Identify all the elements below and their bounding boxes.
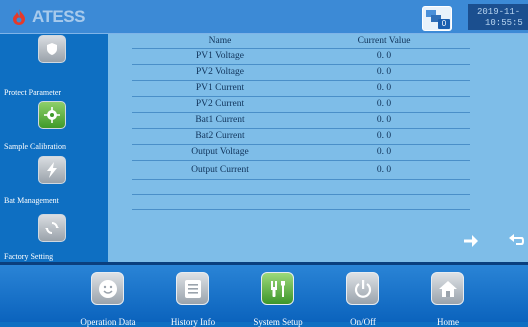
refresh-icon — [45, 222, 59, 234]
sidebar-item-label: Factory Setting — [4, 252, 54, 261]
nav-system-setup[interactable]: System Setup — [238, 265, 318, 327]
sidebar-item-sample-calibration[interactable]: Sample Calibration — [0, 100, 108, 156]
row-value[interactable]: 0. 0 — [308, 113, 460, 127]
nav-history-info[interactable]: History Info — [153, 265, 233, 327]
shield-icon — [47, 43, 57, 55]
sidebar-button[interactable] — [38, 214, 66, 242]
crosshair-icon — [44, 107, 60, 123]
table-row: PV1 Voltage 0. 0 — [132, 49, 470, 65]
nav-button[interactable] — [346, 272, 379, 305]
top-bar: ATESS 0 2019-11- 10:55:5 — [0, 0, 528, 34]
calibration-table: Name Current Value PV1 Voltage 0. 0 PV2 … — [132, 34, 470, 210]
nav-label: On/Off — [350, 317, 376, 327]
row-name: Bat1 Current — [195, 115, 245, 125]
row-value[interactable]: 0. 0 — [308, 163, 460, 177]
table-row: Bat2 Current 0. 0 — [132, 129, 470, 145]
table-row: PV2 Voltage 0. 0 — [132, 65, 470, 81]
nav-label: History Info — [170, 317, 216, 327]
nav-label: Home — [437, 317, 459, 327]
comm-count-badge: 0 — [438, 19, 450, 29]
row-name: Output Current — [191, 165, 249, 175]
row-name: PV1 Current — [195, 83, 245, 93]
sidebar-item-protect-parameter[interactable]: Protect Parameter — [0, 34, 108, 97]
table-row: Bat1 Current 0. 0 — [132, 113, 470, 129]
row-value[interactable]: 0. 0 — [308, 145, 460, 159]
return-arrow-icon[interactable] — [508, 233, 524, 249]
nav-on-off[interactable]: On/Off — [323, 265, 403, 327]
table-row: PV1 Current 0. 0 — [132, 81, 470, 97]
table-row: Output Current 0. 0 — [132, 161, 470, 180]
row-name: Bat2 Current — [195, 131, 245, 141]
nav-label: Operation Data — [80, 317, 136, 327]
empty-table-row — [132, 195, 470, 210]
main-panel: Name Current Value PV1 Voltage 0. 0 PV2 … — [108, 34, 528, 262]
bottom-nav-bar: Operation Data History Info System Setup — [0, 262, 528, 327]
table-row: PV2 Current 0. 0 — [132, 97, 470, 113]
row-value[interactable]: 0. 0 — [308, 97, 460, 111]
document-icon — [184, 279, 201, 298]
sidebar-button[interactable] — [38, 35, 66, 63]
sidebar-button[interactable] — [38, 156, 66, 184]
row-value[interactable]: 0. 0 — [308, 49, 460, 63]
lightning-icon — [47, 162, 57, 178]
row-value[interactable]: 0. 0 — [308, 129, 460, 143]
row-name: PV1 Voltage — [196, 51, 244, 61]
row-name: PV2 Voltage — [196, 67, 244, 77]
row-value[interactable]: 0. 0 — [308, 81, 460, 95]
empty-table-row — [132, 180, 470, 195]
nav-button[interactable] — [176, 272, 209, 305]
nav-button[interactable] — [91, 272, 124, 305]
nav-button[interactable] — [261, 272, 294, 305]
row-value[interactable]: 0. 0 — [308, 65, 460, 79]
table-header-row: Name Current Value — [132, 34, 470, 49]
sidebar: Protect Parameter Sample Calibration Bat… — [0, 34, 108, 264]
row-name: Output Voltage — [191, 147, 249, 157]
atess-logo: ATESS — [10, 6, 100, 28]
nav-button[interactable] — [431, 272, 464, 305]
table-row: Output Voltage 0. 0 — [132, 145, 470, 161]
communication-status-button[interactable]: 0 — [422, 6, 452, 31]
logo-text: ATESS — [32, 7, 85, 26]
time-text: 10:55:5 — [485, 18, 523, 28]
sidebar-button[interactable] — [38, 101, 66, 129]
power-icon — [354, 279, 371, 298]
home-icon — [438, 280, 457, 297]
name-column-header: Name — [208, 36, 232, 46]
nav-operation-data[interactable]: Operation Data — [68, 265, 148, 327]
flame-icon — [13, 9, 25, 25]
tools-icon — [270, 280, 285, 297]
sidebar-item-factory-setting[interactable]: Factory Setting — [0, 212, 108, 268]
sidebar-item-label: Sample Calibration — [4, 142, 66, 151]
next-page-arrow-icon[interactable] — [463, 233, 479, 249]
sidebar-item-label: Protect Parameter — [4, 88, 62, 97]
date-text: 2019-11- — [477, 7, 521, 17]
nav-label: System Setup — [253, 317, 303, 327]
row-name: PV2 Current — [195, 99, 245, 109]
value-column-header: Current Value — [357, 36, 411, 46]
date-time-display: 2019-11- 10:55:5 — [468, 4, 528, 30]
sidebar-item-label: Bat Management — [4, 196, 59, 205]
smiley-icon — [98, 279, 117, 298]
sidebar-item-bat-management[interactable]: Bat Management — [0, 156, 108, 212]
nav-home[interactable]: Home — [408, 265, 488, 327]
